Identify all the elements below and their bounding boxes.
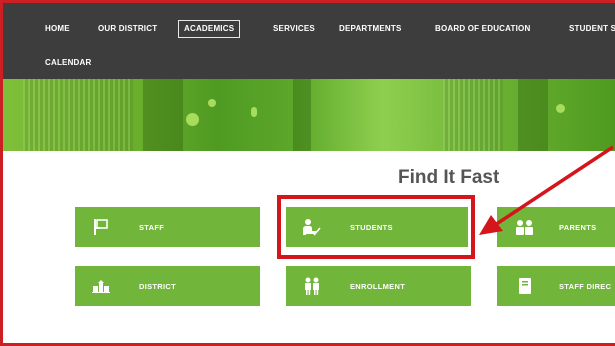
- tile-staff-directory[interactable]: STAFF DIREC: [497, 266, 615, 306]
- building-icon: [81, 266, 121, 306]
- tile-district[interactable]: DISTRICT: [75, 266, 260, 306]
- banner-decoration: [208, 99, 216, 107]
- hero-banner-image: [3, 79, 615, 151]
- nav-item-calendar[interactable]: CALENDAR: [40, 54, 97, 72]
- tile-label: ENROLLMENT: [350, 281, 406, 291]
- banner-decoration: [556, 104, 565, 113]
- banner-window-blinds: [443, 79, 503, 151]
- tile-label: DISTRICT: [139, 281, 176, 291]
- banner-shadow: [518, 79, 548, 151]
- banner-shadow: [293, 79, 311, 151]
- page-frame: HOME OUR DISTRICT ACADEMICS SERVICES DEP…: [0, 0, 615, 346]
- tile-label: STAFF DIREC: [559, 281, 612, 291]
- nav-row-secondary: CALENDAR: [3, 52, 615, 74]
- banner-window-blinds: [23, 79, 133, 151]
- nav-row-primary: HOME OUR DISTRICT ACADEMICS SERVICES DEP…: [3, 18, 615, 40]
- highlight-box-students: [277, 195, 475, 259]
- nav-item-home[interactable]: HOME: [40, 20, 75, 38]
- sign-icon: [81, 207, 121, 247]
- annotation-arrow: [479, 145, 614, 235]
- nav-item-departments[interactable]: DEPARTMENTS: [334, 20, 407, 38]
- banner-decoration: [251, 107, 257, 117]
- nav-item-board-of-education[interactable]: BOARD OF EDUCATION: [430, 20, 535, 38]
- tile-enrollment[interactable]: ENROLLMENT: [286, 266, 471, 306]
- two-people-icon: [292, 266, 332, 306]
- book-icon: [505, 266, 545, 306]
- main-navigation: HOME OUR DISTRICT ACADEMICS SERVICES DEP…: [3, 3, 615, 79]
- nav-item-services[interactable]: SERVICES: [268, 20, 320, 38]
- banner-decoration: [186, 113, 199, 126]
- tile-staff[interactable]: STAFF: [75, 207, 260, 247]
- tile-label: STAFF: [139, 222, 165, 232]
- nav-item-student-services[interactable]: STUDENT S: [564, 20, 615, 38]
- nav-item-our-district[interactable]: OUR DISTRICT: [93, 20, 162, 38]
- nav-item-academics[interactable]: ACADEMICS: [178, 20, 241, 38]
- banner-shadow: [143, 79, 183, 151]
